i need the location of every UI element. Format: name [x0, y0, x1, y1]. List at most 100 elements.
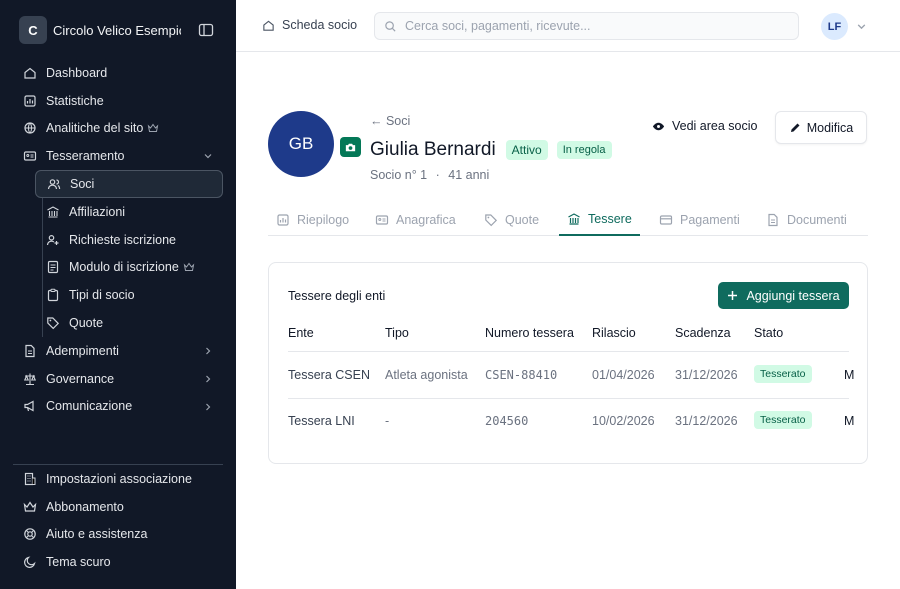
sidebar-item-label: Abbonamento [46, 499, 124, 514]
tab-quote[interactable]: Quote [476, 204, 547, 236]
chart-icon [23, 94, 37, 108]
member-name: Giulia Bernardi [370, 139, 496, 160]
sidebar-item-impostazioni[interactable]: Impostazioni associazione [13, 465, 223, 493]
table-cell-scadenza: 31/12/2026 [675, 414, 738, 428]
sidebar-item-label: Analitiche del sito [46, 121, 144, 136]
tab-anagrafica[interactable]: Anagrafica [367, 204, 464, 236]
crown-icon [23, 500, 37, 514]
tab-tessere[interactable]: Tessere [559, 204, 640, 236]
building-settings-icon [23, 472, 37, 486]
sidebar-item-richieste[interactable]: Richieste iscrizione [35, 226, 223, 254]
sidebar-item-label: Tesseramento [46, 149, 125, 164]
column-header: Tipo [385, 326, 409, 340]
sidebar-item-statistiche[interactable]: Statistiche [13, 87, 223, 115]
back-link[interactable]: ← Soci [370, 114, 410, 128]
sidebar-item-label: Tema scuro [46, 555, 111, 570]
sidebar-item-affiliazioni[interactable]: Affiliazioni [35, 198, 223, 226]
table-cell-numero: CSEN-88410 [485, 368, 558, 382]
search-bar[interactable] [374, 12, 799, 40]
tab-documenti[interactable]: Documenti [758, 204, 855, 236]
chevron-right-icon [203, 346, 213, 356]
table-cell-ente: Tessera CSEN [288, 368, 370, 382]
sidebar-item-analitiche[interactable]: Analitiche del sito [13, 115, 223, 143]
sidebar-item-adempimenti[interactable]: Adempimenti [13, 337, 223, 365]
scale-icon [23, 372, 37, 386]
camera-icon[interactable] [340, 137, 361, 157]
column-header: Ente [288, 326, 314, 340]
sidebar-item-tipi-socio[interactable]: Tipi di socio [35, 281, 223, 309]
sidebar-item-label: Affiliazioni [69, 204, 126, 219]
sidebar-item-label: Comunicazione [46, 399, 133, 414]
table-cell-rilascio: 01/04/2026 [592, 368, 655, 382]
tab-riepilogo[interactable]: Riepilogo [268, 204, 357, 236]
edit-label: Modifica [806, 120, 854, 135]
add-card-button[interactable]: Aggiungi tessera [718, 282, 849, 309]
chevron-right-icon [203, 374, 213, 384]
search-icon [384, 20, 397, 33]
meta-separator: · [435, 168, 440, 182]
card-icon [23, 149, 37, 163]
sidebar-item-dashboard[interactable]: Dashboard [13, 59, 223, 87]
sidebar-item-modulo[interactable]: Modulo di iscrizione [35, 254, 223, 282]
table-cell-ente: Tessera LNI [288, 414, 355, 428]
home-icon [262, 19, 275, 32]
clipboard-icon [46, 288, 60, 302]
view-member-area-label: Vedi area socio [672, 119, 758, 133]
edit-button[interactable]: Modifica [775, 111, 867, 144]
divider [288, 398, 849, 399]
sidebar-toggle-icon[interactable] [198, 22, 214, 38]
sidebar-item-label: Statistiche [46, 93, 104, 108]
sidebar-item-label: Impostazioni associazione [46, 471, 192, 486]
sidebar-item-abbonamento[interactable]: Abbonamento [13, 493, 223, 521]
sidebar-item-governance[interactable]: Governance [13, 365, 223, 393]
tab-pagamenti[interactable]: Pagamenti [651, 204, 748, 236]
form-icon [46, 260, 60, 274]
sidebar-bottom-nav: Impostazioni associazione Abbonamento Ai… [13, 464, 223, 576]
sidebar-item-label: Modulo di iscrizione [69, 260, 179, 275]
breadcrumb[interactable]: Scheda socio [262, 18, 357, 32]
tab-label: Tessere [588, 212, 632, 226]
sidebar-item-comunicazione[interactable]: Comunicazione [13, 393, 223, 421]
tab-label: Anagrafica [396, 213, 456, 227]
sidebar-item-label: Quote [69, 316, 104, 331]
user-menu[interactable]: LF [821, 13, 867, 40]
sidebar-item-label: Aiuto e assistenza [46, 527, 148, 542]
chevron-down-icon [203, 151, 213, 161]
org-logo: C [19, 16, 47, 44]
tab-label: Riepilogo [297, 213, 350, 227]
view-member-area-button[interactable]: Vedi area socio [652, 119, 757, 133]
sidebar-item-quote[interactable]: Quote [35, 309, 223, 337]
table-cell-scadenza: 31/12/2026 [675, 368, 738, 382]
member-tabs: Riepilogo Anagrafica Quote Tessere Pagam… [268, 204, 868, 236]
member-meta: Socio n° 1 · 41 anni [370, 168, 489, 182]
plus-icon [727, 290, 738, 301]
users-icon [47, 177, 61, 191]
sidebar-item-aiuto[interactable]: Aiuto e assistenza [13, 521, 223, 549]
sidebar-item-soci[interactable]: Soci [35, 170, 223, 198]
memberships-card: Tessere degli enti Aggiungi tessera Ente… [268, 262, 868, 464]
table-cell-rilascio: 10/02/2026 [592, 414, 655, 428]
table-cell-truncated: M [844, 414, 855, 428]
pencil-icon [789, 122, 801, 134]
breadcrumb-label: Scheda socio [282, 18, 358, 32]
topbar: Scheda socio LF [236, 0, 900, 52]
file-icon [23, 344, 37, 358]
tesseramento-submenu: Soci Affiliazioni Richieste iscrizione M… [35, 170, 223, 337]
main-nav: Dashboard Statistiche Analitiche del sit… [13, 59, 223, 420]
sidebar-item-label: Soci [70, 177, 95, 192]
sidebar-item-label: Tipi di socio [69, 288, 135, 303]
table-cell-truncated: M [844, 368, 855, 382]
tag-icon [46, 316, 60, 330]
megaphone-icon [23, 399, 37, 413]
chevron-right-icon [203, 402, 213, 412]
add-card-label: Aggiungi tessera [746, 288, 840, 303]
sidebar-item-tesseramento[interactable]: Tesseramento [13, 142, 223, 170]
search-input[interactable] [405, 19, 785, 33]
org-switcher[interactable]: C Circolo Velico Esempio [19, 16, 229, 44]
sidebar-item-tema-scuro[interactable]: Tema scuro [13, 548, 223, 576]
home-icon [23, 66, 37, 80]
sidebar: C Circolo Velico Esempio Dashboard Stati… [0, 0, 236, 589]
user-plus-icon [46, 233, 60, 247]
sidebar-item-label: Governance [46, 371, 115, 386]
sidebar-item-label: Richieste iscrizione [69, 232, 176, 247]
